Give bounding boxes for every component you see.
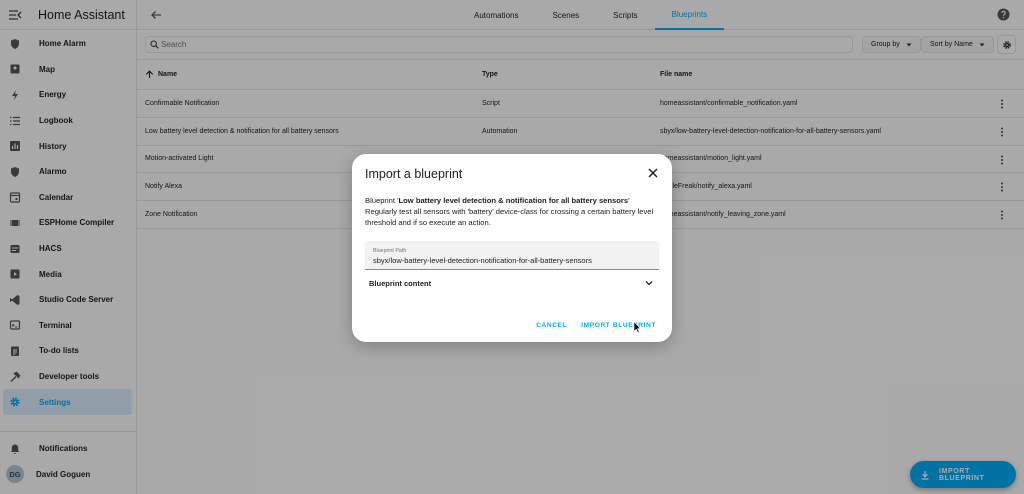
dialog-description: Blueprint 'Low battery level detection &… — [365, 195, 661, 228]
dialog-title: Import a blueprint — [365, 167, 463, 181]
mouse-cursor-icon — [633, 321, 641, 333]
blueprint-content-expander[interactable]: Blueprint content — [365, 273, 659, 293]
import-blueprint-dialog: Import a blueprint Blueprint 'Low batter… — [352, 154, 672, 342]
blueprint-name: Low battery level detection & notificati… — [398, 196, 629, 205]
blueprint-description: Regularly test all sensors with 'battery… — [365, 207, 654, 227]
desc-prefix: Blueprint ' — [365, 196, 399, 205]
import-blueprint-button[interactable]: IMPORT BLUEPRINT — [581, 322, 656, 329]
expander-label: Blueprint content — [369, 279, 432, 288]
chevron-down-icon — [645, 279, 653, 287]
desc-suffix: ' — [628, 196, 630, 205]
blueprint-path-field[interactable]: Blueprint Path sbyx/low-battery-level-de… — [365, 241, 659, 270]
cancel-button[interactable]: CANCEL — [536, 322, 567, 329]
field-label: Blueprint Path — [373, 248, 407, 254]
close-icon[interactable] — [647, 167, 659, 179]
field-value: sbyx/low-battery-level-detection-notific… — [373, 256, 592, 265]
